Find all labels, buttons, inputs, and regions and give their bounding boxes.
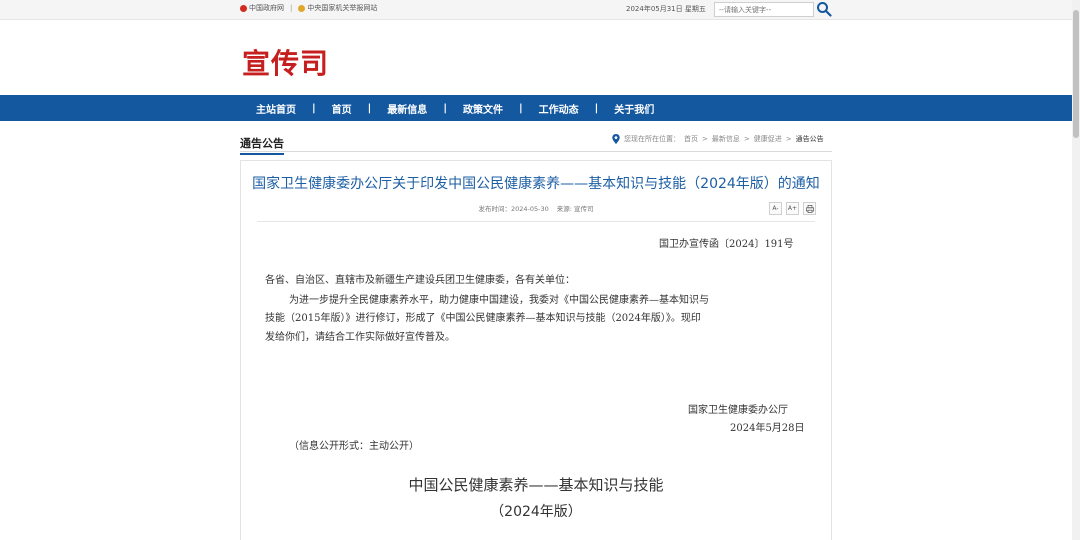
breadcrumb-item-current[interactable]: 通告公告 xyxy=(796,134,824,144)
report-site-link[interactable]: 中央国家机关举报网站 xyxy=(298,3,377,13)
location-pin-icon xyxy=(612,134,620,144)
current-date: 2024年05月31日 星期五 xyxy=(626,5,706,13)
font-increase-button[interactable]: A+ xyxy=(786,202,799,215)
nav-item-policy[interactable]: 政策文件 xyxy=(447,101,519,116)
gov-site-link[interactable]: 中国政府网 xyxy=(240,3,284,13)
gov-site-link-label: 中国政府网 xyxy=(249,4,284,12)
breadcrumb-item-home[interactable]: 首页 xyxy=(684,134,698,144)
site-logo[interactable]: 宣传司 xyxy=(242,42,329,82)
report-site-link-label: 中央国家机关举报网站 xyxy=(307,4,378,12)
article-card: 国家卫生健康委办公厅关于印发中国公民健康素养——基本知识与技能（2024年版）的… xyxy=(240,160,832,540)
nav-item-latest[interactable]: 最新信息 xyxy=(371,101,443,116)
nav-item-home[interactable]: 首页 xyxy=(316,101,368,116)
signature-date: 2024年5月28日 xyxy=(730,423,805,434)
top-utility-bar: 中国政府网 | 中央国家机关举报网站 2024年05月31日 星期五 xyxy=(0,0,1072,20)
printer-icon xyxy=(805,204,814,213)
nav-item-work[interactable]: 工作动态 xyxy=(523,101,595,116)
breadcrumb-item-latest[interactable]: 最新信息 xyxy=(712,134,740,144)
top-link-separator: | xyxy=(290,4,293,12)
site-header: 宣传司 xyxy=(0,20,1072,95)
publish-date: 发布时间：2024-05-30 xyxy=(478,205,549,213)
print-button[interactable] xyxy=(803,202,816,215)
report-emblem-icon xyxy=(298,4,306,12)
signature-org: 国家卫生健康委办公厅 xyxy=(688,405,788,416)
article-divider xyxy=(257,221,815,222)
search-icon[interactable] xyxy=(816,1,832,17)
section-divider xyxy=(240,151,832,152)
main-nav: 主站首页 | 首页 | 最新信息 | 政策文件 | 工作动态 | 关于我们 xyxy=(0,95,1072,121)
article-source: 来源: 宣传司 xyxy=(556,205,594,213)
article-tools: A- A+ xyxy=(769,202,816,215)
article-meta: 发布时间：2024-05-30 来源: 宣传司 xyxy=(241,203,831,213)
nav-item-about[interactable]: 关于我们 xyxy=(598,101,670,116)
body-paragraph-line-2: 技能（2015年版）》进行修订，形成了《中国公民健康素养—基本知识与技能（202… xyxy=(265,313,701,324)
breadcrumb-separator: > xyxy=(702,135,708,143)
main-nav-inner: 主站首页 | 首页 | 最新信息 | 政策文件 | 工作动态 | 关于我们 xyxy=(240,95,670,121)
breadcrumb-separator: > xyxy=(743,135,750,143)
nav-item-main-home[interactable]: 主站首页 xyxy=(240,101,312,116)
attachment-title: 中国公民健康素养——基本知识与技能 xyxy=(408,476,664,494)
breadcrumb-separator: > xyxy=(785,135,792,143)
breadcrumb-item-health[interactable]: 健康促进 xyxy=(754,134,782,144)
breadcrumb-prefix: 您现在所在位置： xyxy=(624,135,680,143)
salutation: 各省、自治区、直辖市及新疆生产建设兵团卫生健康委，各有关单位： xyxy=(265,275,575,286)
font-decrease-button[interactable]: A- xyxy=(769,202,782,215)
document-number: 国卫办宣传函〔2024〕191号 xyxy=(659,239,794,250)
national-emblem-icon xyxy=(240,4,247,12)
body-paragraph-line-1: 为进一步提升全民健康素养水平，助力健康中国建设，我委对《中国公民健康素养—基本知… xyxy=(289,295,709,306)
article-title: 国家卫生健康委办公厅关于印发中国公民健康素养——基本知识与技能（2024年版）的… xyxy=(252,176,820,192)
top-utility-inner: 中国政府网 | 中央国家机关举报网站 2024年05月31日 星期五 xyxy=(240,0,832,20)
search-input[interactable] xyxy=(714,2,814,17)
publication-form: （信息公开形式：主动公开） xyxy=(289,441,419,452)
section-title: 通告公告 xyxy=(240,135,284,155)
attachment-version: （2024年版） xyxy=(490,504,582,520)
breadcrumb: 您现在所在位置： 首页 > 最新信息 > 健康促进 > 通告公告 xyxy=(612,134,824,144)
top-links: 中国政府网 | 中央国家机关举报网站 xyxy=(240,3,377,13)
scrollbar-thumb[interactable] xyxy=(1073,10,1079,138)
body-paragraph-line-3: 发给你们，请结合工作实际做好宣传普及。 xyxy=(265,332,455,343)
page-scrollbar[interactable] xyxy=(1072,0,1080,540)
